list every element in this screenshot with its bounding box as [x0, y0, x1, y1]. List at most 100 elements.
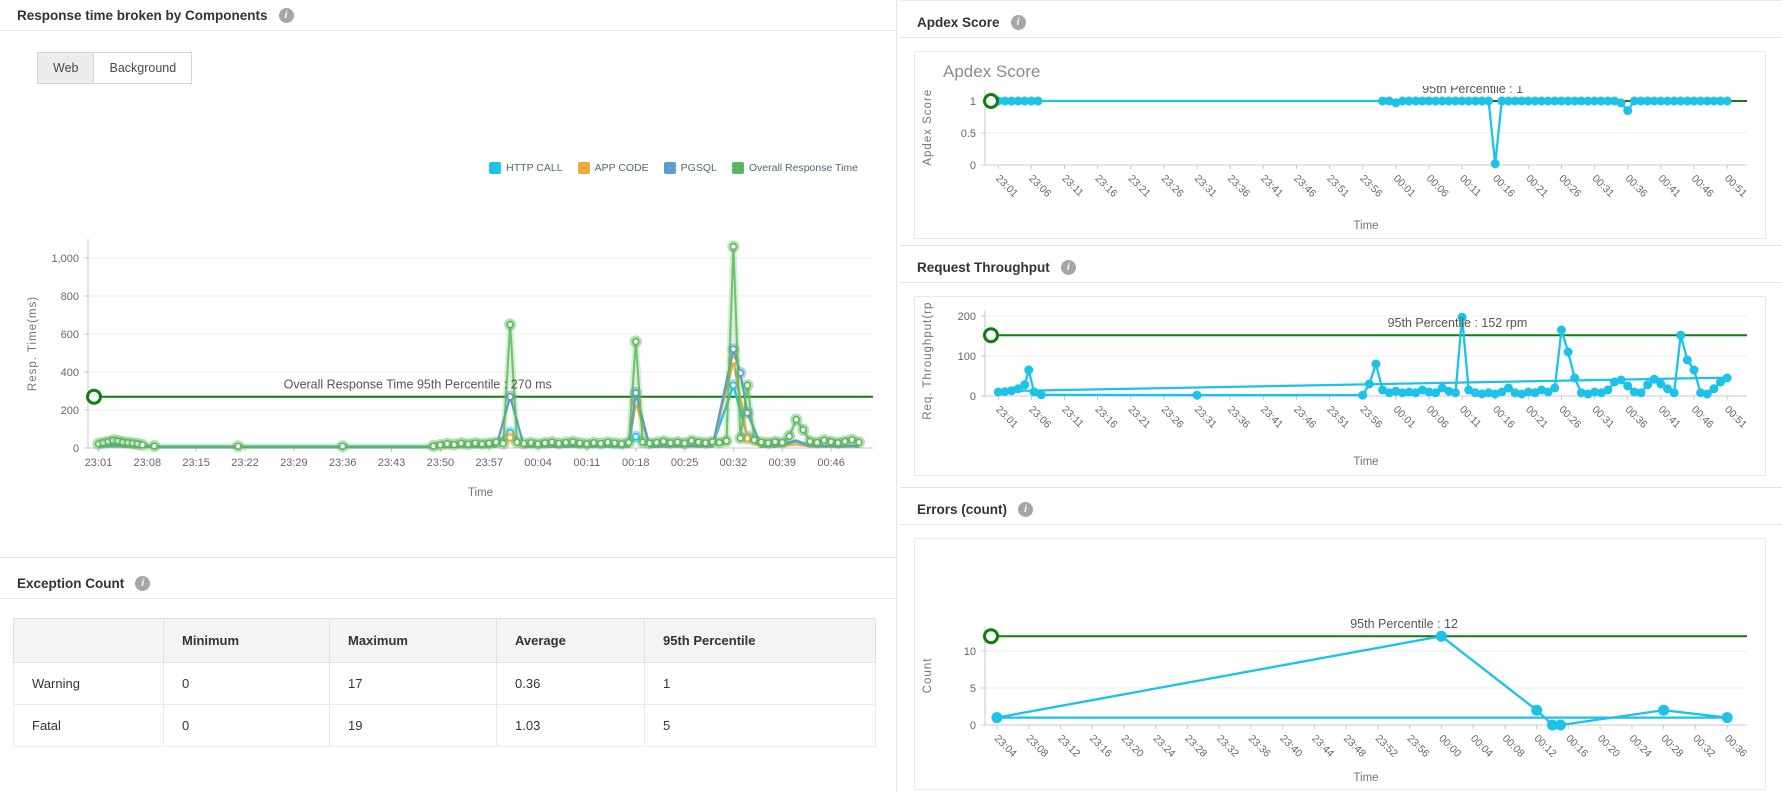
svg-text:00:31: 00:31 — [1589, 404, 1616, 431]
svg-text:00:36: 00:36 — [1623, 173, 1650, 200]
svg-text:00:51: 00:51 — [1722, 404, 1749, 431]
svg-text:23:46: 23:46 — [1291, 404, 1318, 431]
table-header-row: Minimum Maximum Average 95th Percentile — [13, 618, 876, 663]
svg-text:23:16: 23:16 — [1093, 173, 1120, 200]
row-label-warning: Warning — [13, 662, 164, 705]
chart-legend: HTTP CALL APP CODE PGSQL Overall Response T… — [489, 162, 858, 174]
panel-exception-count: Exception Count i Minimum Maximum Averag… — [0, 557, 897, 792]
svg-text:23:36: 23:36 — [1246, 733, 1273, 760]
table-row: Warning 0 17 0.36 1 — [13, 662, 876, 705]
svg-text:23:56: 23:56 — [1358, 404, 1385, 431]
svg-text:Time: Time — [468, 487, 493, 499]
svg-text:Count: Count — [922, 658, 934, 694]
svg-text:23:31: 23:31 — [1192, 173, 1219, 200]
svg-text:23:01: 23:01 — [85, 457, 113, 469]
svg-text:00:18: 00:18 — [622, 457, 650, 469]
legend-item[interactable]: APP CODE — [577, 162, 649, 174]
svg-text:23:04: 23:04 — [992, 733, 1019, 760]
legend-label: PGSQL — [680, 162, 717, 174]
fatal-p95: 5 — [644, 704, 876, 747]
panel-response-header: Response time broken by Components i — [0, 0, 896, 31]
svg-text:10: 10 — [964, 646, 976, 658]
warning-max: 17 — [329, 662, 497, 705]
panel-apdex-header: Apdex Score i — [900, 7, 1782, 38]
svg-text:23:22: 23:22 — [231, 457, 259, 469]
svg-text:23:21: 23:21 — [1126, 404, 1153, 431]
apdex-chart-box: Apdex Score 0 0.5 1 23:01 23:06 23:11 23:16 23:… — [914, 51, 1766, 239]
info-icon[interactable]: i — [1060, 259, 1076, 275]
svg-text:00:12: 00:12 — [1532, 733, 1559, 760]
svg-text:00:26: 00:26 — [1556, 173, 1583, 200]
svg-text:23:48: 23:48 — [1341, 733, 1368, 760]
legend-swatch-icon — [577, 162, 590, 174]
svg-text:23:40: 23:40 — [1278, 733, 1305, 760]
svg-text:23:41: 23:41 — [1258, 404, 1285, 431]
svg-text:800: 800 — [61, 291, 79, 303]
legend-label: APP CODE — [594, 162, 649, 174]
panel-response-title: Response time broken by Components — [17, 7, 268, 23]
svg-text:23:01: 23:01 — [993, 173, 1020, 200]
request-throughput-chart: 010020023:01 23:06 23:11 23:16 23:21 23:26 23:… — [922, 301, 1749, 468]
warning-avg: 0.36 — [496, 662, 645, 705]
svg-text:00:46: 00:46 — [1689, 404, 1716, 431]
svg-text:23:29: 23:29 — [280, 457, 308, 469]
apdex-chart-title: Apdex Score — [943, 62, 1041, 81]
col-95th-percentile: 95th Percentile — [644, 618, 876, 663]
info-icon[interactable]: i — [1010, 14, 1026, 30]
svg-text:5: 5 — [970, 683, 976, 695]
legend-item[interactable]: PGSQL — [663, 162, 717, 174]
info-icon[interactable]: i — [135, 575, 151, 591]
tab-web[interactable]: Web — [38, 53, 95, 83]
svg-text:23:06: 23:06 — [1026, 173, 1053, 200]
errors-count-chart: 051023:04 23:08 23:12 23:16 23:20 23:24 23:28 2… — [922, 617, 1749, 784]
fatal-max: 19 — [329, 704, 497, 747]
svg-text:23:16: 23:16 — [1093, 404, 1120, 431]
svg-text:00:21: 00:21 — [1523, 404, 1550, 431]
svg-text:23:08: 23:08 — [134, 457, 162, 469]
svg-text:23:31: 23:31 — [1192, 404, 1219, 431]
panel-errors-header: Errors (count) i — [900, 494, 1782, 525]
svg-text:23:36: 23:36 — [1225, 404, 1252, 431]
svg-text:23:56: 23:56 — [1358, 173, 1385, 200]
svg-text:0: 0 — [970, 720, 976, 732]
svg-text:00:28: 00:28 — [1659, 733, 1686, 760]
svg-text:23:32: 23:32 — [1214, 733, 1241, 760]
svg-text:Resp. Time(ms): Resp. Time(ms) — [27, 296, 39, 391]
svg-text:95th Percentile : 1: 95th Percentile : 1 — [1422, 86, 1523, 96]
fatal-min: 0 — [163, 704, 330, 747]
svg-text:23:44: 23:44 — [1309, 733, 1336, 760]
svg-text:00:16: 00:16 — [1563, 733, 1590, 760]
panel-throughput-title: Request Throughput — [917, 259, 1050, 275]
svg-text:00:04: 00:04 — [1468, 733, 1495, 760]
svg-text:0.5: 0.5 — [961, 128, 976, 140]
row-label-fatal: Fatal — [13, 704, 164, 747]
svg-text:23:36: 23:36 — [1225, 173, 1252, 200]
warning-min: 0 — [163, 662, 330, 705]
svg-text:00:06: 00:06 — [1424, 404, 1451, 431]
svg-text:23:26: 23:26 — [1159, 173, 1186, 200]
svg-text:23:26: 23:26 — [1159, 404, 1186, 431]
svg-text:00:39: 00:39 — [769, 457, 797, 469]
info-icon[interactable]: i — [278, 7, 294, 23]
legend-item[interactable]: Overall Response Time — [731, 162, 858, 174]
errors-chart-box: 0 5 10 23:04 23:08 23:12 23:16 23:20 23:24 23:28 2… — [914, 538, 1766, 790]
svg-text:00:46: 00:46 — [817, 457, 845, 469]
col-maximum: Maximum — [329, 618, 497, 663]
legend-swatch-icon — [731, 162, 744, 174]
svg-text:23:06: 23:06 — [1026, 404, 1053, 431]
svg-text:23:12: 23:12 — [1055, 733, 1082, 760]
svg-text:23:51: 23:51 — [1324, 173, 1351, 200]
apdex-score-chart: 0 0.5 1 23:01 23:06 23:11 23:16 23:21 23:26 23:31… — [922, 86, 1749, 232]
legend-item[interactable]: HTTP CALL — [489, 162, 563, 174]
svg-text:00:20: 00:20 — [1595, 733, 1622, 760]
svg-text:23:51: 23:51 — [1324, 404, 1351, 431]
info-icon[interactable]: i — [1018, 501, 1034, 517]
svg-text:00:32: 00:32 — [1690, 733, 1717, 760]
table-row: Fatal 0 19 1.03 5 — [13, 704, 876, 747]
svg-text:1: 1 — [970, 96, 976, 108]
svg-text:00:00: 00:00 — [1436, 733, 1463, 760]
fatal-avg: 1.03 — [496, 704, 645, 747]
svg-text:00:31: 00:31 — [1589, 173, 1616, 200]
tab-background[interactable]: Background — [94, 53, 191, 83]
svg-text:Overall Response Time 95th Per: Overall Response Time 95th Percentile : … — [284, 378, 552, 392]
